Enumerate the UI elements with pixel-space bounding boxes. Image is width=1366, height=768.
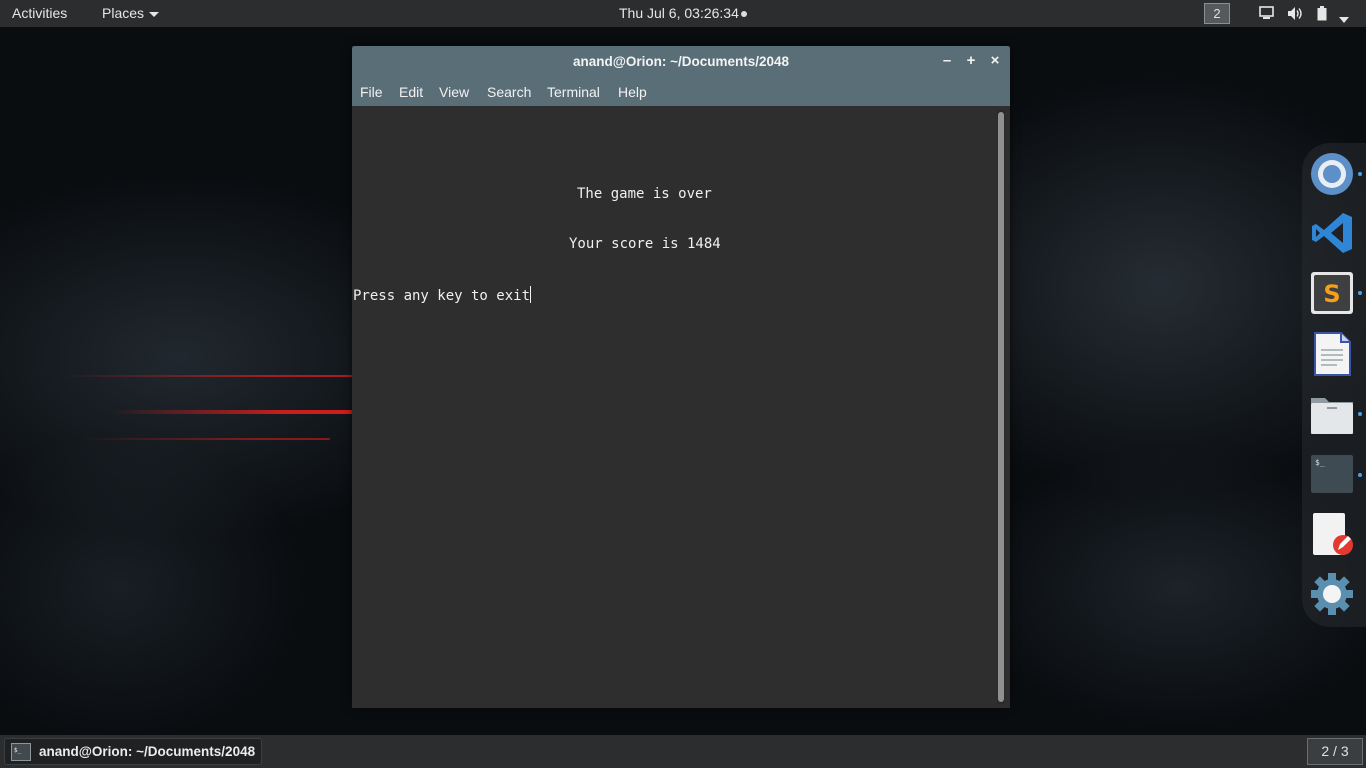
settings-icon[interactable] <box>1310 572 1354 616</box>
chevron-down-icon <box>149 11 160 17</box>
svg-text:$_: $_ <box>14 747 22 754</box>
taskbar-item-terminal[interactable]: $_ anand@Orion: ~/Documents/2048 <box>4 738 262 765</box>
terminal-icon: $_ <box>11 743 31 761</box>
activities-button[interactable]: Activities <box>12 5 67 21</box>
running-indicator <box>1358 291 1362 295</box>
taskbar-item-label: anand@Orion: ~/Documents/2048 <box>39 744 256 759</box>
battery-icon[interactable] <box>1317 6 1327 24</box>
text-editor-icon[interactable] <box>1310 512 1354 556</box>
wallpaper-red-streak <box>110 410 360 414</box>
display-icon[interactable] <box>1259 6 1274 23</box>
window-title: anand@Orion: ~/Documents/2048 <box>572 54 790 69</box>
running-indicator <box>1358 473 1362 477</box>
menubar: File Edit View Search Terminal Help <box>352 77 1010 106</box>
places-label: Places <box>102 5 145 21</box>
score-text: Your score is 1484 <box>569 236 721 252</box>
terminal-output[interactable]: The game is over Your score is 1484 Pres… <box>352 106 1010 708</box>
wallpaper-red-streak <box>80 438 330 440</box>
svg-text:$_: $_ <box>1315 458 1325 467</box>
notification-dot-icon <box>740 11 747 18</box>
vscode-icon[interactable] <box>1310 211 1354 255</box>
minimize-button[interactable]: – <box>939 52 955 70</box>
maximize-button[interactable]: + <box>963 52 979 70</box>
menu-search[interactable]: Search <box>487 84 531 100</box>
menu-edit[interactable]: Edit <box>399 84 423 100</box>
clock-label: Thu Jul 6, 03:26:34 <box>619 5 739 21</box>
power-menu-caret-icon[interactable] <box>1339 10 1349 26</box>
workspace-indicator[interactable]: 2 <box>1204 3 1230 24</box>
bottom-panel: $_ anand@Orion: ~/Documents/2048 2 / 3 <box>0 735 1366 768</box>
game-over-text: The game is over <box>577 186 712 202</box>
menu-file[interactable]: File <box>360 84 383 100</box>
menu-help[interactable]: Help <box>618 84 647 100</box>
running-indicator <box>1358 412 1362 416</box>
exit-prompt-line: Press any key to exit <box>353 286 532 304</box>
sublime-text-icon[interactable]: S <box>1310 271 1354 315</box>
terminal-icon[interactable]: $_ <box>1310 453 1354 497</box>
clock[interactable]: Thu Jul 6, 03:26:34 <box>619 5 747 21</box>
terminal-window: anand@Orion: ~/Documents/2048 – + × File… <box>352 46 1010 708</box>
exit-prompt-text: Press any key to exit <box>353 288 531 304</box>
window-titlebar[interactable]: anand@Orion: ~/Documents/2048 – + × <box>352 46 1010 77</box>
close-button[interactable]: × <box>987 52 1003 70</box>
menu-terminal[interactable]: Terminal <box>547 84 600 100</box>
running-indicator <box>1358 172 1362 176</box>
menu-view[interactable]: View <box>439 84 469 100</box>
wallpaper-red-streak <box>60 375 360 377</box>
svg-text:S: S <box>1323 280 1340 308</box>
volume-icon[interactable] <box>1287 6 1303 24</box>
files-icon[interactable] <box>1310 392 1354 436</box>
top-panel: Activities Places Thu Jul 6, 03:26:34 2 <box>0 0 1366 27</box>
workspace-switcher[interactable]: 2 / 3 <box>1307 738 1363 765</box>
places-menu[interactable]: Places <box>102 5 160 21</box>
libreoffice-writer-icon[interactable] <box>1310 332 1354 376</box>
scrollbar-thumb[interactable] <box>998 112 1004 702</box>
chromium-icon[interactable] <box>1310 152 1354 196</box>
text-cursor <box>530 286 532 303</box>
